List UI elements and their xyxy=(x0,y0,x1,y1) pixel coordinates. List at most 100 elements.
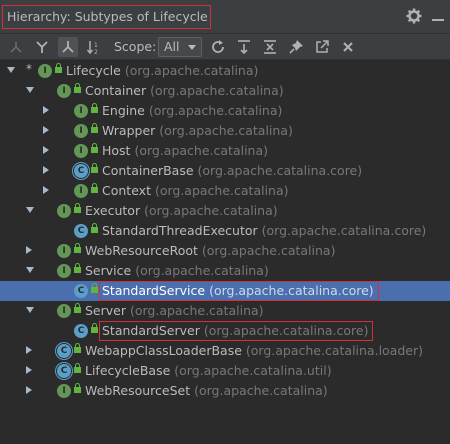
tree-row[interactable]: I Service (org.apache.catalina) xyxy=(0,261,450,281)
public-lock-icon xyxy=(74,343,81,354)
interface-icon: I xyxy=(74,124,88,138)
public-lock-icon xyxy=(91,283,98,294)
tree-row[interactable]: I WebResourceSet (org.apache.catalina) xyxy=(0,381,450,401)
tree-item-label: Wrapper (org.apache.catalina) xyxy=(102,121,293,141)
package-name: (org.apache.catalina.util) xyxy=(174,363,332,378)
interface-icon: I xyxy=(57,264,71,278)
tree-row[interactable]: I Executor (org.apache.catalina) xyxy=(0,201,450,221)
chevron-right-icon[interactable] xyxy=(43,126,49,134)
gear-icon[interactable] xyxy=(406,8,422,24)
package-name: (org.apache.catalina) xyxy=(159,123,293,138)
tree-row[interactable]: C ContainerBase (org.apache.catalina.core… xyxy=(0,161,450,181)
tree-item-label: WebResourceRoot (org.apache.catalina) xyxy=(85,241,335,261)
tree-item-label: StandardThreadExecutor (org.apache.catal… xyxy=(102,221,426,241)
chevron-right-icon[interactable] xyxy=(43,166,49,174)
type-name: LifecycleBase xyxy=(85,363,171,378)
hierarchy-toolbar: 12 Scope: All xyxy=(0,34,450,60)
public-lock-icon xyxy=(74,383,81,394)
tree-row[interactable]: C StandardThreadExecutor (org.apache.cata… xyxy=(0,221,450,241)
close-icon[interactable] xyxy=(338,37,358,57)
public-lock-icon xyxy=(74,203,81,214)
tree-row[interactable]: I Server (org.apache.catalina) xyxy=(0,301,450,321)
chevron-right-icon[interactable] xyxy=(43,186,49,194)
export-icon[interactable] xyxy=(234,37,254,57)
supertypes-icon[interactable] xyxy=(32,37,52,57)
interface-icon: I xyxy=(74,184,88,198)
interface-icon: I xyxy=(57,84,71,98)
scope-value: All xyxy=(164,39,180,54)
interface-icon: I xyxy=(38,64,52,78)
tree-row[interactable]: I Container (org.apache.catalina) xyxy=(0,81,450,101)
tree-row[interactable]: I Host (org.apache.catalina) xyxy=(0,141,450,161)
chevron-down-icon[interactable] xyxy=(26,207,34,213)
refresh-icon[interactable] xyxy=(208,37,228,57)
chevron-down-icon[interactable] xyxy=(7,67,15,73)
package-name: (org.apache.catalina) xyxy=(144,203,278,218)
tree-item-label: Executor (org.apache.catalina) xyxy=(85,201,278,221)
tree-row[interactable]: C StandardServer (org.apache.catalina.cor… xyxy=(0,321,450,341)
abstract-class-icon: C xyxy=(57,364,71,378)
root-marker-icon: * xyxy=(26,62,32,76)
scope-select[interactable]: All xyxy=(158,37,202,57)
tree-item-label: Context (org.apache.catalina) xyxy=(102,181,289,201)
tree-item-label: Lifecycle (org.apache.catalina) xyxy=(66,61,258,81)
public-lock-icon xyxy=(74,263,81,274)
type-name: StandardThreadExecutor xyxy=(102,223,258,238)
type-name: Service xyxy=(85,263,132,278)
chevron-down-icon[interactable] xyxy=(26,307,34,313)
tree-item-label: Container (org.apache.catalina) xyxy=(85,81,284,101)
chevron-right-icon[interactable] xyxy=(26,246,32,254)
highlight-box xyxy=(99,321,374,341)
chevron-down-icon[interactable] xyxy=(26,267,34,273)
type-name: WebResourceSet xyxy=(85,383,191,398)
tree-item-label: Host (org.apache.catalina) xyxy=(102,141,268,161)
public-lock-icon xyxy=(74,83,81,94)
package-name: (org.apache.catalina.core) xyxy=(261,223,427,238)
package-name: (org.apache.catalina) xyxy=(124,63,259,78)
tree-row[interactable]: I Engine (org.apache.catalina) xyxy=(0,101,450,121)
package-name: (org.apache.catalina) xyxy=(154,183,289,198)
sort-alphabetically-icon[interactable]: 12 xyxy=(84,37,104,57)
interface-icon: I xyxy=(57,204,71,218)
tree-row[interactable]: C LifecycleBase (org.apache.catalina.util… xyxy=(0,361,450,381)
chevron-right-icon[interactable] xyxy=(26,386,32,394)
open-in-window-icon[interactable] xyxy=(312,37,332,57)
svg-text:2: 2 xyxy=(94,49,98,55)
type-name: Executor xyxy=(85,203,141,218)
type-name: Engine xyxy=(102,103,145,118)
collapse-all-icon[interactable] xyxy=(260,37,280,57)
chevron-right-icon[interactable] xyxy=(43,106,49,114)
chevron-right-icon[interactable] xyxy=(26,366,32,374)
chevron-down-icon xyxy=(188,45,196,50)
class-icon: C xyxy=(74,224,88,238)
pin-icon[interactable] xyxy=(286,37,306,57)
tree-row[interactable]: C StandardService (org.apache.catalina.co… xyxy=(0,281,450,301)
type-name: ContainerBase xyxy=(102,163,194,178)
hierarchy-header: Hierarchy: Subtypes of Lifecycle xyxy=(0,0,450,34)
tree-row[interactable]: C WebappClassLoaderBase (org.apache.catal… xyxy=(0,341,450,361)
tree-item-label: Service (org.apache.catalina) xyxy=(85,261,269,281)
public-lock-icon xyxy=(74,363,81,374)
tree-row[interactable]: * I Lifecycle (org.apache.catalina) xyxy=(0,61,450,81)
type-name: Context xyxy=(102,183,151,198)
package-name: (org.apache.catalina) xyxy=(135,263,269,278)
hide-panel-icon[interactable] xyxy=(430,8,446,24)
tree-row[interactable]: I Context (org.apache.catalina) xyxy=(0,181,450,201)
chevron-right-icon[interactable] xyxy=(43,146,49,154)
package-name: (org.apache.catalina) xyxy=(150,83,284,98)
chevron-right-icon[interactable] xyxy=(26,346,32,354)
type-name: Lifecycle xyxy=(66,63,121,78)
tree-item-label: Engine (org.apache.catalina) xyxy=(102,101,282,121)
tree-item-label: WebappClassLoaderBase (org.apache.catali… xyxy=(85,341,423,361)
chevron-down-icon[interactable] xyxy=(26,87,34,93)
package-name: (org.apache.catalina.core) xyxy=(197,163,363,178)
tree-item-label: ContainerBase (org.apache.catalina.core) xyxy=(102,161,362,181)
tree-row[interactable]: I WebResourceRoot (org.apache.catalina) xyxy=(0,241,450,261)
package-name: (org.apache.catalina) xyxy=(134,143,269,158)
type-name: WebResourceRoot xyxy=(85,243,198,258)
subtypes-icon[interactable] xyxy=(58,37,78,57)
class-hierarchy-icon[interactable] xyxy=(6,37,26,57)
tree-row[interactable]: I Wrapper (org.apache.catalina) xyxy=(0,121,450,141)
interface-icon: I xyxy=(74,104,88,118)
tree-item-label: LifecycleBase (org.apache.catalina.util) xyxy=(85,361,332,381)
